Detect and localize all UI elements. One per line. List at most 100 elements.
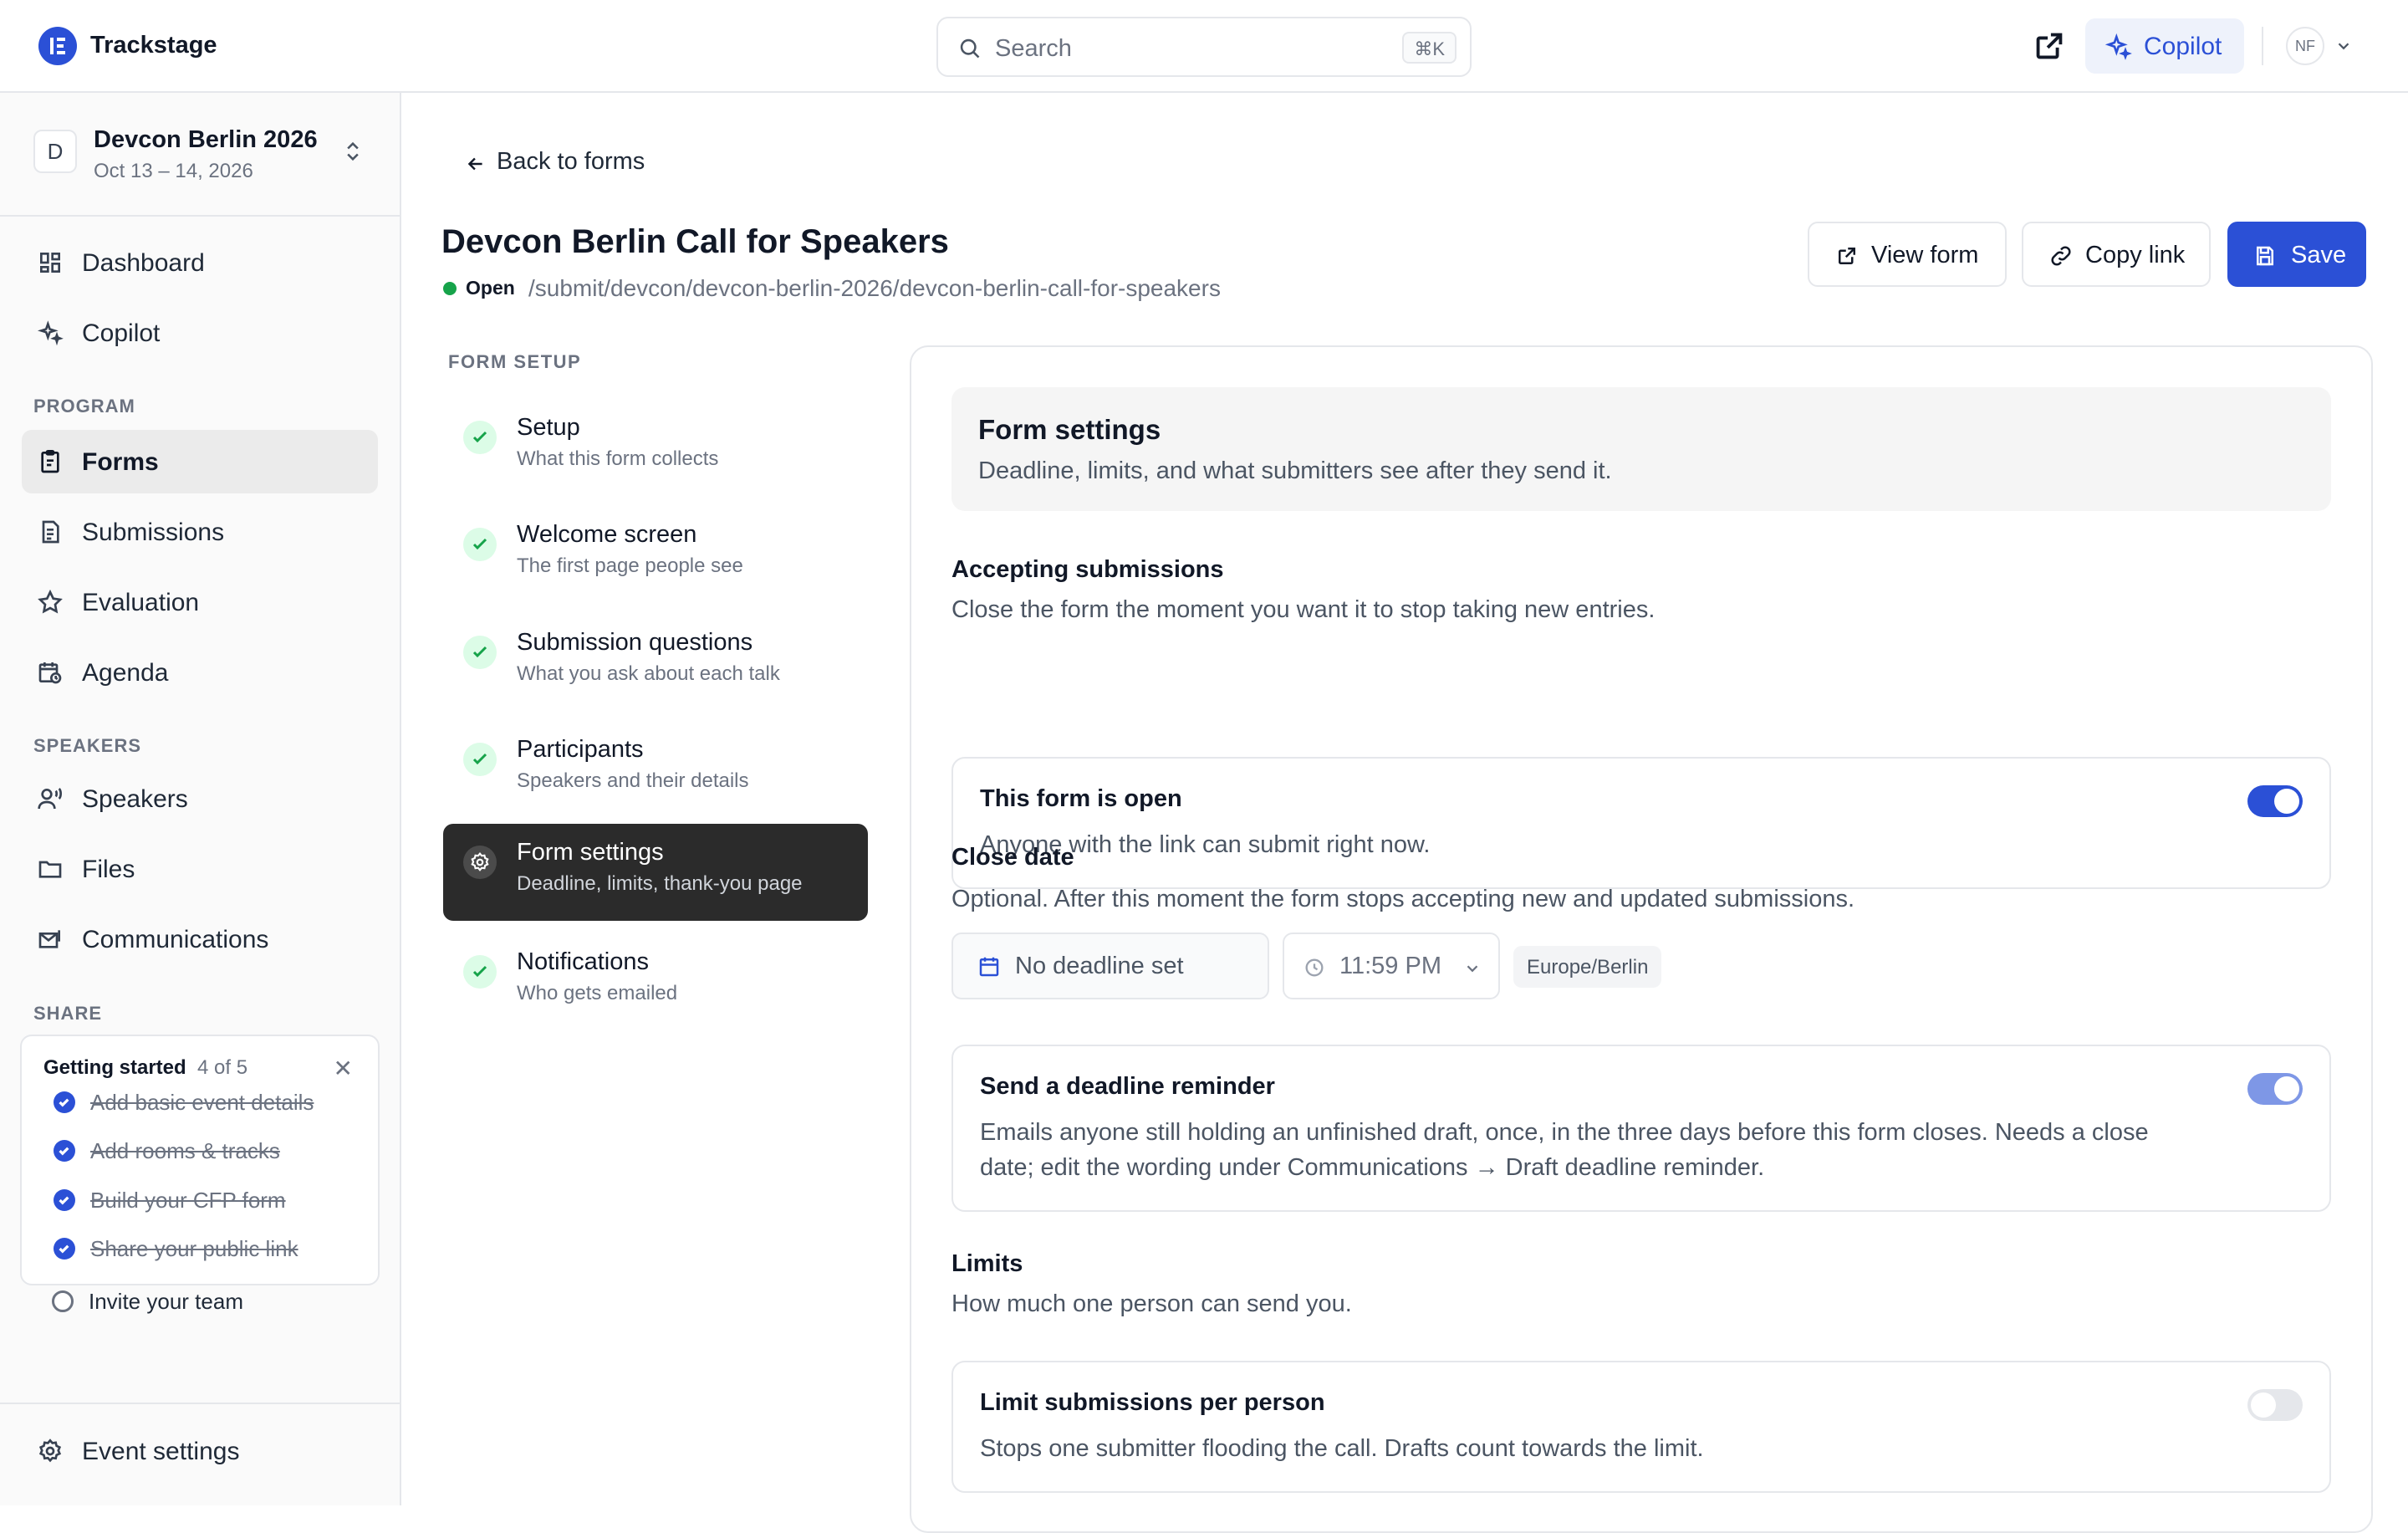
- sidebar-item-forms[interactable]: Forms: [22, 430, 378, 493]
- trackstage-logo-icon[interactable]: [38, 27, 77, 65]
- star-icon: [38, 589, 63, 614]
- sidebar-item-label: Speakers: [82, 785, 188, 813]
- main-content: Back to forms Devcon Berlin Call for Spe…: [401, 93, 2408, 1533]
- step-setup[interactable]: Setup What this form collects: [443, 399, 868, 496]
- sidebar-item-agenda[interactable]: Agenda: [22, 641, 378, 704]
- checklist-item[interactable]: Add rooms & tracks: [54, 1133, 371, 1167]
- checklist-item[interactable]: Share your public link: [54, 1231, 371, 1265]
- sidebar-item-evaluation[interactable]: Evaluation: [22, 570, 378, 634]
- chevron-down-icon[interactable]: [2334, 37, 2353, 55]
- sidebar-item-dashboard[interactable]: Dashboard: [22, 231, 378, 294]
- form-open-desc: Anyone with the link can submit right no…: [980, 831, 1431, 858]
- clipboard-icon: [41, 450, 59, 473]
- check-icon: [463, 528, 497, 561]
- form-open-title: This form is open: [980, 785, 1182, 812]
- check-icon: [463, 955, 497, 989]
- sidebar-item-copilot[interactable]: Copilot: [22, 301, 378, 365]
- getting-started-count: 4 of 5: [197, 1056, 248, 1079]
- reminder-card: Send a deadline reminder Emails anyone s…: [951, 1045, 2331, 1212]
- form-open-card: This form is open Anyone with the link c…: [951, 757, 2331, 889]
- empty-circle-icon: [52, 1290, 74, 1312]
- form-open-toggle[interactable]: [2247, 785, 2303, 817]
- step-name: Welcome screen: [517, 521, 697, 548]
- check-circle-icon: [54, 1238, 75, 1260]
- save-label: Save: [2291, 242, 2347, 268]
- view-form-label: View form: [1871, 242, 1979, 268]
- sidebar-item-event-settings[interactable]: Event settings: [22, 1419, 378, 1483]
- limit-per-person-card: Limit submissions per person Stops one s…: [951, 1361, 2331, 1493]
- sidebar-item-label: Communications: [82, 926, 269, 953]
- event-initial: D: [33, 130, 77, 173]
- limit-toggle[interactable]: [2247, 1389, 2303, 1421]
- copilot-label: Copilot: [2144, 33, 2222, 60]
- gear-icon: [38, 1438, 62, 1463]
- gear-icon: [463, 846, 497, 879]
- folder-icon: [38, 861, 62, 878]
- step-desc: Speakers and their details: [517, 769, 749, 792]
- dashboard-icon: [39, 253, 60, 273]
- step-desc: The first page people see: [517, 554, 743, 577]
- calendar-icon: [979, 957, 999, 977]
- step-desc: What this form collects: [517, 447, 719, 470]
- copilot-button[interactable]: Copilot: [2085, 18, 2244, 74]
- copy-link-button[interactable]: Copy link: [2022, 222, 2211, 287]
- limits-desc: How much one person can send you.: [951, 1290, 1352, 1317]
- save-button[interactable]: Save: [2227, 222, 2366, 287]
- checklist-item-label: Build your CFP form: [90, 1188, 286, 1213]
- check-circle-icon: [54, 1189, 75, 1211]
- check-icon: [463, 421, 497, 454]
- checklist-item[interactable]: Invite your team: [52, 1284, 370, 1317]
- limit-title: Limit submissions per person: [980, 1389, 1325, 1416]
- checklist-item-label: Add basic event details: [90, 1090, 314, 1115]
- step-desc: Who gets emailed: [517, 982, 678, 1004]
- reminder-title: Send a deadline reminder: [980, 1073, 1275, 1100]
- check-circle-icon: [54, 1140, 75, 1162]
- getting-started-title: Getting started: [43, 1056, 186, 1079]
- sidebar-item-label: Event settings: [82, 1438, 240, 1465]
- sidebar-item-speakers[interactable]: Speakers: [22, 767, 378, 830]
- avatar[interactable]: NF: [2286, 27, 2324, 65]
- user-voice-icon: [38, 788, 62, 810]
- divider: [0, 1403, 400, 1404]
- step-participants[interactable]: Participants Speakers and their details: [443, 721, 868, 818]
- close-date-label: Close date: [951, 844, 1074, 871]
- sidebar-item-label: Evaluation: [82, 589, 200, 616]
- step-name: Setup: [517, 414, 580, 441]
- back-to-forms-link[interactable]: Back to forms: [465, 148, 666, 181]
- view-form-button[interactable]: View form: [1808, 222, 2007, 287]
- section-title-program: PROGRAM: [33, 396, 135, 416]
- status-badge: Open: [466, 277, 515, 299]
- step-notifications[interactable]: Notifications Who gets emailed: [443, 933, 868, 1030]
- close-date-desc: Optional. After this moment the form sto…: [951, 886, 1855, 912]
- external-link-icon: [1839, 248, 1855, 264]
- sidebar-item-submissions[interactable]: Submissions: [22, 500, 378, 564]
- step-submission-questions[interactable]: Submission questions What you ask about …: [443, 614, 868, 711]
- step-name: Submission questions: [517, 629, 753, 656]
- search-shortcut: ⌘K: [1402, 32, 1457, 64]
- panel-header: Form settings Deadline, limits, and what…: [951, 387, 2331, 511]
- close-time-select[interactable]: 11:59 PM: [1283, 933, 1500, 999]
- status-dot: [443, 282, 457, 295]
- limit-desc: Stops one submitter flooding the call. D…: [980, 1435, 1704, 1462]
- step-form-settings[interactable]: Form settings Deadline, limits, thank-yo…: [443, 824, 868, 921]
- close-date-picker[interactable]: No deadline set: [951, 933, 1269, 999]
- checklist-item[interactable]: Add basic event details: [54, 1085, 371, 1118]
- checklist-item[interactable]: Build your CFP form: [54, 1183, 371, 1216]
- clock-icon: [1305, 958, 1324, 977]
- back-label: Back to forms: [497, 148, 645, 175]
- search-input[interactable]: Search: [995, 35, 1072, 63]
- step-name: Participants: [517, 736, 644, 763]
- sidebar-item-communications[interactable]: Communications: [22, 907, 378, 971]
- event-switcher[interactable]: D Devcon Berlin 2026 Oct 13 – 14, 2026: [0, 93, 400, 217]
- date-value: No deadline set: [1015, 953, 1184, 979]
- close-icon[interactable]: ✕: [334, 1055, 353, 1082]
- step-welcome-screen[interactable]: Welcome screen The first page people see: [443, 506, 868, 603]
- reminder-toggle[interactable]: [2247, 1073, 2303, 1105]
- check-icon: [463, 636, 497, 669]
- open-external-button[interactable]: [2030, 27, 2069, 65]
- mail-icon: [38, 930, 60, 948]
- search-bar[interactable]: Search ⌘K: [936, 17, 1472, 77]
- section-title-speakers: SPEAKERS: [33, 735, 142, 756]
- sidebar-item-files[interactable]: Files: [22, 837, 378, 901]
- form-url-path: /submit/devcon/devcon-berlin-2026/devcon…: [528, 275, 1221, 301]
